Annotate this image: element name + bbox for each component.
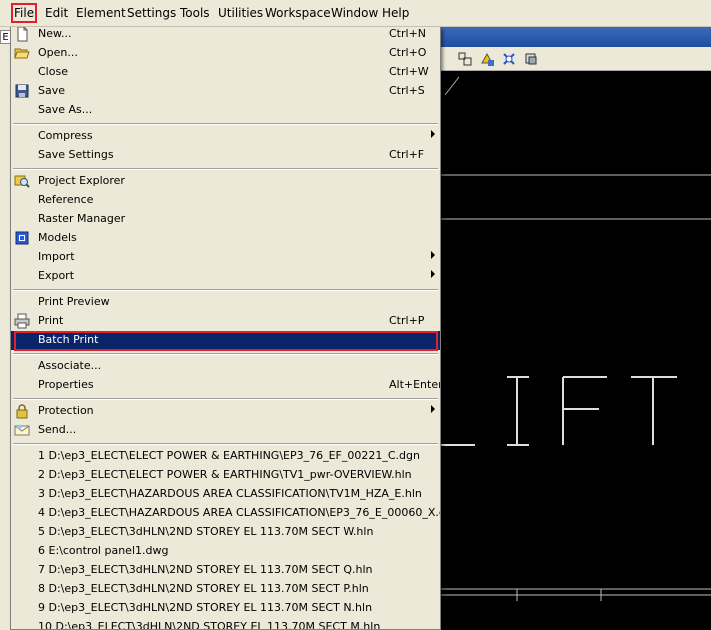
recent-file-item[interactable]: 5 D:\ep3_ELECT\3dHLN\2ND STOREY EL 113.7… [11, 523, 440, 542]
menu-file[interactable]: File [10, 3, 38, 23]
submenu-arrow-icon [431, 251, 435, 259]
menu-item-import[interactable]: Import [11, 248, 440, 267]
recent-file-item[interactable]: 3 D:\ep3_ELECT\HAZARDOUS AREA CLASSIFICA… [11, 485, 440, 504]
menu-item-close[interactable]: Close Ctrl+W [11, 63, 440, 82]
open-folder-icon [14, 48, 30, 59]
menu-element[interactable]: Element [76, 6, 126, 20]
menu-item-save[interactable]: Save Ctrl+S [11, 82, 440, 101]
submenu-arrow-icon [431, 130, 435, 138]
printer-icon [14, 313, 30, 329]
menu-separator [13, 168, 438, 170]
fit-view-icon[interactable] [457, 51, 473, 67]
menu-item-export[interactable]: Export [11, 267, 440, 286]
view-toolbar [441, 47, 711, 71]
menu-item-open[interactable]: Open... Ctrl+O [11, 44, 440, 63]
menu-bar: File Edit Element Settings Tools Utiliti… [0, 0, 711, 27]
envelope-icon [14, 424, 30, 436]
view-attributes-icon[interactable] [479, 51, 495, 67]
recent-file-item[interactable]: 4 D:\ep3_ELECT\HAZARDOUS AREA CLASSIFICA… [11, 504, 440, 523]
menu-item-send[interactable]: Send... [11, 421, 440, 440]
lock-icon [16, 404, 28, 419]
recent-file-item[interactable]: 7 D:\ep3_ELECT\3dHLN\2ND STOREY EL 113.7… [11, 561, 440, 580]
new-file-icon [17, 27, 28, 42]
menu-item-project-explorer[interactable]: Project Explorer [11, 172, 440, 191]
recent-file-item[interactable]: 9 D:\ep3_ELECT\3dHLN\2ND STOREY EL 113.7… [11, 599, 440, 618]
recent-file-item[interactable]: 10 D:\ep3_ELECT\3dHLN\2ND STOREY EL 113.… [11, 618, 440, 629]
menu-item-batch-print[interactable]: Batch Print [11, 331, 440, 350]
menu-item-save-settings[interactable]: Save Settings Ctrl+F [11, 146, 440, 165]
submenu-arrow-icon [431, 270, 435, 278]
menu-item-print-preview[interactable]: Print Preview [11, 293, 440, 312]
menu-utilities[interactable]: Utilities [218, 6, 263, 20]
recent-file-item[interactable]: 1 D:\ep3_ELECT\ELECT POWER & EARTHING\EP… [11, 447, 440, 466]
menu-item-models[interactable]: Models [11, 229, 440, 248]
save-icon [15, 84, 29, 98]
menu-item-compress[interactable]: Compress [11, 127, 440, 146]
menu-separator [13, 289, 438, 291]
project-explorer-icon [14, 175, 30, 188]
drawing-canvas[interactable] [441, 71, 711, 630]
menu-item-protection[interactable]: Protection [11, 402, 440, 421]
lift-text-graphic [441, 376, 677, 446]
file-menu-dropdown: New... Ctrl+N Open... Ctrl+O Close Ctrl+… [10, 27, 441, 630]
menu-item-raster-manager[interactable]: Raster Manager [11, 210, 440, 229]
menu-settings[interactable]: Settings [127, 6, 176, 20]
recent-file-item[interactable]: 2 D:\ep3_ELECT\ELECT POWER & EARTHING\TV… [11, 466, 440, 485]
update-view-icon[interactable] [501, 51, 517, 67]
copy-view-icon[interactable] [523, 51, 539, 67]
menu-item-print[interactable]: Print Ctrl+P [11, 312, 440, 331]
menu-item-new[interactable]: New... Ctrl+N [11, 27, 440, 44]
menu-item-save-as[interactable]: Save As... [11, 101, 440, 120]
menu-item-reference[interactable]: Reference [11, 191, 440, 210]
menu-workspace[interactable]: Workspace [265, 6, 331, 20]
recent-file-item[interactable]: 6 E:\control panel1.dwg [11, 542, 440, 561]
menu-separator [13, 353, 438, 355]
menu-window[interactable]: Window [331, 6, 378, 20]
menu-separator [13, 123, 438, 125]
menu-edit[interactable]: Edit [45, 6, 68, 20]
menu-item-properties[interactable]: Properties Alt+Enter [11, 376, 440, 395]
submenu-arrow-icon [431, 405, 435, 413]
view-titlebar [441, 27, 711, 47]
menu-help[interactable]: Help [382, 6, 409, 20]
menu-tools[interactable]: Tools [180, 6, 210, 20]
recent-file-item[interactable]: 8 D:\ep3_ELECT\3dHLN\2ND STOREY EL 113.7… [11, 580, 440, 599]
models-icon [15, 231, 29, 245]
menu-item-associate[interactable]: Associate... [11, 357, 440, 376]
menu-separator [13, 443, 438, 445]
menu-separator [13, 398, 438, 400]
